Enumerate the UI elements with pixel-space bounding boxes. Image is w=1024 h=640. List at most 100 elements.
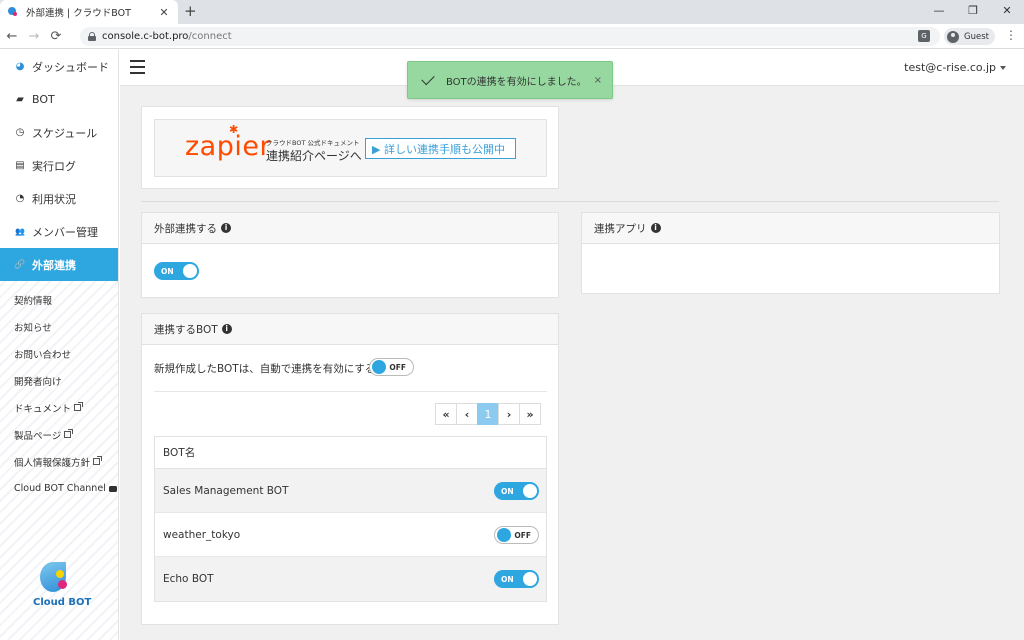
sidebar-link-news[interactable]: お知らせ bbox=[0, 313, 118, 340]
main-content: test@c-rise.co.jp BOTの連携を有効にしました。 × zapi… bbox=[120, 50, 1024, 640]
toggle-knob bbox=[523, 572, 537, 586]
toast-message: BOTの連携を有効にしました。 bbox=[446, 76, 587, 88]
translate-icon[interactable]: G bbox=[918, 30, 930, 42]
sidebar-link-label: ドキュメント bbox=[14, 403, 72, 415]
info-icon[interactable]: i bbox=[221, 223, 231, 233]
zapier-banner[interactable]: zapier ✱ クラウドBOT 公式ドキュメント 連携紹介ページへ ▶ 詳しい連… bbox=[154, 119, 547, 177]
sidebar-item-integration[interactable]: 🔗 外部連携 bbox=[0, 248, 118, 281]
zapier-banner-card: zapier ✱ クラウドBOT 公式ドキュメント 連携紹介ページへ ▶ 詳しい連… bbox=[141, 106, 559, 189]
cloud-bot-logo: Cloud BOT bbox=[28, 560, 92, 612]
tab-close-icon[interactable]: ✕ bbox=[158, 6, 170, 19]
external-link-icon bbox=[74, 402, 84, 411]
bot-toggle[interactable]: ON bbox=[494, 570, 539, 588]
logo-dot-pink bbox=[58, 580, 67, 589]
info-icon[interactable]: i bbox=[650, 223, 661, 233]
bot-name: Sales Management BOT bbox=[163, 484, 289, 497]
browser-tab-bar: 外部連携 | クラウドBOT ✕ + — ❐ ✕ bbox=[0, 0, 1024, 24]
sidebar-link-label: Cloud BOT Channel bbox=[14, 483, 106, 494]
logo-icon: ◕ bbox=[15, 61, 25, 72]
logo-text: Cloud BOT bbox=[33, 597, 92, 608]
hamburger-menu-icon[interactable] bbox=[130, 60, 145, 74]
toggle-label: ON bbox=[501, 486, 514, 496]
url-field[interactable]: console.c-bot.pro/connect bbox=[80, 27, 940, 46]
url-path: /connect bbox=[188, 31, 232, 42]
bot-name: Echo BOT bbox=[163, 573, 214, 585]
back-icon[interactable]: ← bbox=[2, 29, 22, 44]
sidebar-item-logs[interactable]: ▤ 実行ログ bbox=[0, 149, 118, 182]
sidebar-item-label: 利用状況 bbox=[32, 192, 76, 206]
sidebar-item-dashboard[interactable]: ◕ ダッシュボード bbox=[0, 50, 118, 83]
minimize-icon[interactable]: — bbox=[922, 0, 956, 24]
auto-enable-toggle[interactable]: OFF bbox=[369, 358, 414, 376]
reload-icon[interactable]: ⟳ bbox=[46, 29, 66, 44]
sidebar-link-privacy[interactable]: 個人情報保護方針 bbox=[0, 448, 118, 475]
sidebar-link-label: お問い合わせ bbox=[14, 349, 72, 361]
sidebar-link-contact[interactable]: お問い合わせ bbox=[0, 340, 118, 367]
card-header: 連携アプリ i bbox=[582, 213, 999, 244]
sidebar-link-label: お知らせ bbox=[14, 322, 52, 334]
window-close-icon[interactable]: ✕ bbox=[990, 0, 1024, 24]
sidebar-item-members[interactable]: 👥 メンバー管理 bbox=[0, 215, 118, 248]
toggle-label: ON bbox=[501, 574, 514, 584]
card-header: 外部連携する i bbox=[142, 213, 558, 244]
pager-page-button[interactable]: 1 bbox=[477, 403, 499, 425]
external-integration-toggle[interactable]: ON bbox=[154, 262, 199, 280]
toggle-knob bbox=[523, 484, 537, 498]
url-host: console.c-bot.pro bbox=[102, 31, 189, 42]
sidebar-item-bot[interactable]: ▰ BOT bbox=[0, 83, 118, 116]
toggle-label: OFF bbox=[514, 530, 531, 540]
sidebar-item-label: スケジュール bbox=[32, 126, 98, 140]
sidebar-link-channel[interactable]: Cloud BOT Channel bbox=[0, 475, 118, 502]
pager-prev-button[interactable]: ‹ bbox=[456, 403, 478, 425]
info-icon[interactable]: i bbox=[221, 324, 232, 334]
external-link-icon bbox=[64, 429, 74, 438]
bots-table: BOT名 Sales Management BOT ON weather_tok… bbox=[154, 436, 547, 602]
sidebar-item-label: 外部連携 bbox=[32, 258, 76, 272]
card-header: 連携するBOT i bbox=[142, 314, 558, 345]
bot-toggle[interactable]: OFF bbox=[494, 526, 539, 544]
sidebar-item-usage[interactable]: ◔ 利用状況 bbox=[0, 182, 118, 215]
banner-link-button[interactable]: ▶ 詳しい連携手順も公開中 bbox=[365, 138, 516, 159]
robot-icon: ▰ bbox=[16, 94, 24, 105]
pager-first-button[interactable]: « bbox=[435, 403, 457, 425]
users-icon: 👥 bbox=[15, 227, 25, 236]
linked-apps-card: 連携アプリ i bbox=[581, 212, 1000, 294]
tab-title: 外部連携 | クラウドBOT bbox=[26, 8, 131, 19]
browser-tab[interactable]: 外部連携 | クラウドBOT ✕ bbox=[0, 0, 178, 24]
new-tab-button[interactable]: + bbox=[184, 2, 197, 20]
banner-subtitle: クラウドBOT 公式ドキュメント bbox=[266, 139, 360, 147]
table-header: BOT名 bbox=[155, 437, 546, 469]
pager-next-button[interactable]: › bbox=[498, 403, 520, 425]
browser-menu-icon[interactable]: ⋮ bbox=[1005, 28, 1017, 42]
toggle-knob bbox=[497, 528, 511, 542]
sidebar-link-developers[interactable]: 開発者向け bbox=[0, 367, 118, 394]
external-link-icon bbox=[93, 456, 103, 465]
sidebar-link-product[interactable]: 製品ページ bbox=[0, 421, 118, 448]
section-divider bbox=[141, 201, 999, 202]
clock-icon: ◷ bbox=[15, 127, 25, 138]
logo-dot-yellow bbox=[56, 570, 64, 578]
card-title: 連携アプリ bbox=[594, 222, 647, 235]
user-menu[interactable]: test@c-rise.co.jp bbox=[904, 61, 1006, 74]
pager-last-button[interactable]: » bbox=[519, 403, 541, 425]
profile-button[interactable]: Guest bbox=[944, 28, 995, 45]
restore-icon[interactable]: ❐ bbox=[956, 0, 990, 24]
sidebar-link-docs[interactable]: ドキュメント bbox=[0, 394, 118, 421]
bot-toggle[interactable]: ON bbox=[494, 482, 539, 500]
url-text: console.c-bot.pro/connect bbox=[102, 31, 232, 42]
zapier-logo: zapier ✱ bbox=[185, 123, 271, 162]
file-icon: ▤ bbox=[15, 160, 25, 171]
window-controls: — ❐ ✕ bbox=[922, 0, 1024, 24]
link-icon: 🔗 bbox=[14, 259, 26, 270]
forward-icon[interactable]: → bbox=[24, 29, 44, 44]
check-icon bbox=[421, 71, 435, 85]
sidebar-link-label: 契約情報 bbox=[14, 295, 53, 307]
profile-label: Guest bbox=[964, 31, 989, 42]
toast-close-button[interactable]: × bbox=[594, 75, 602, 86]
sidebar-item-schedule[interactable]: ◷ スケジュール bbox=[0, 116, 118, 149]
toggle-knob bbox=[183, 264, 197, 278]
sidebar-link-label: 開発者向け bbox=[14, 376, 62, 388]
auto-enable-label: 新規作成したBOTは、自動で連携を有効にする bbox=[154, 363, 376, 375]
sidebar-link-contract[interactable]: 契約情報 bbox=[0, 286, 118, 313]
external-integration-card: 外部連携する i ON bbox=[141, 212, 559, 298]
